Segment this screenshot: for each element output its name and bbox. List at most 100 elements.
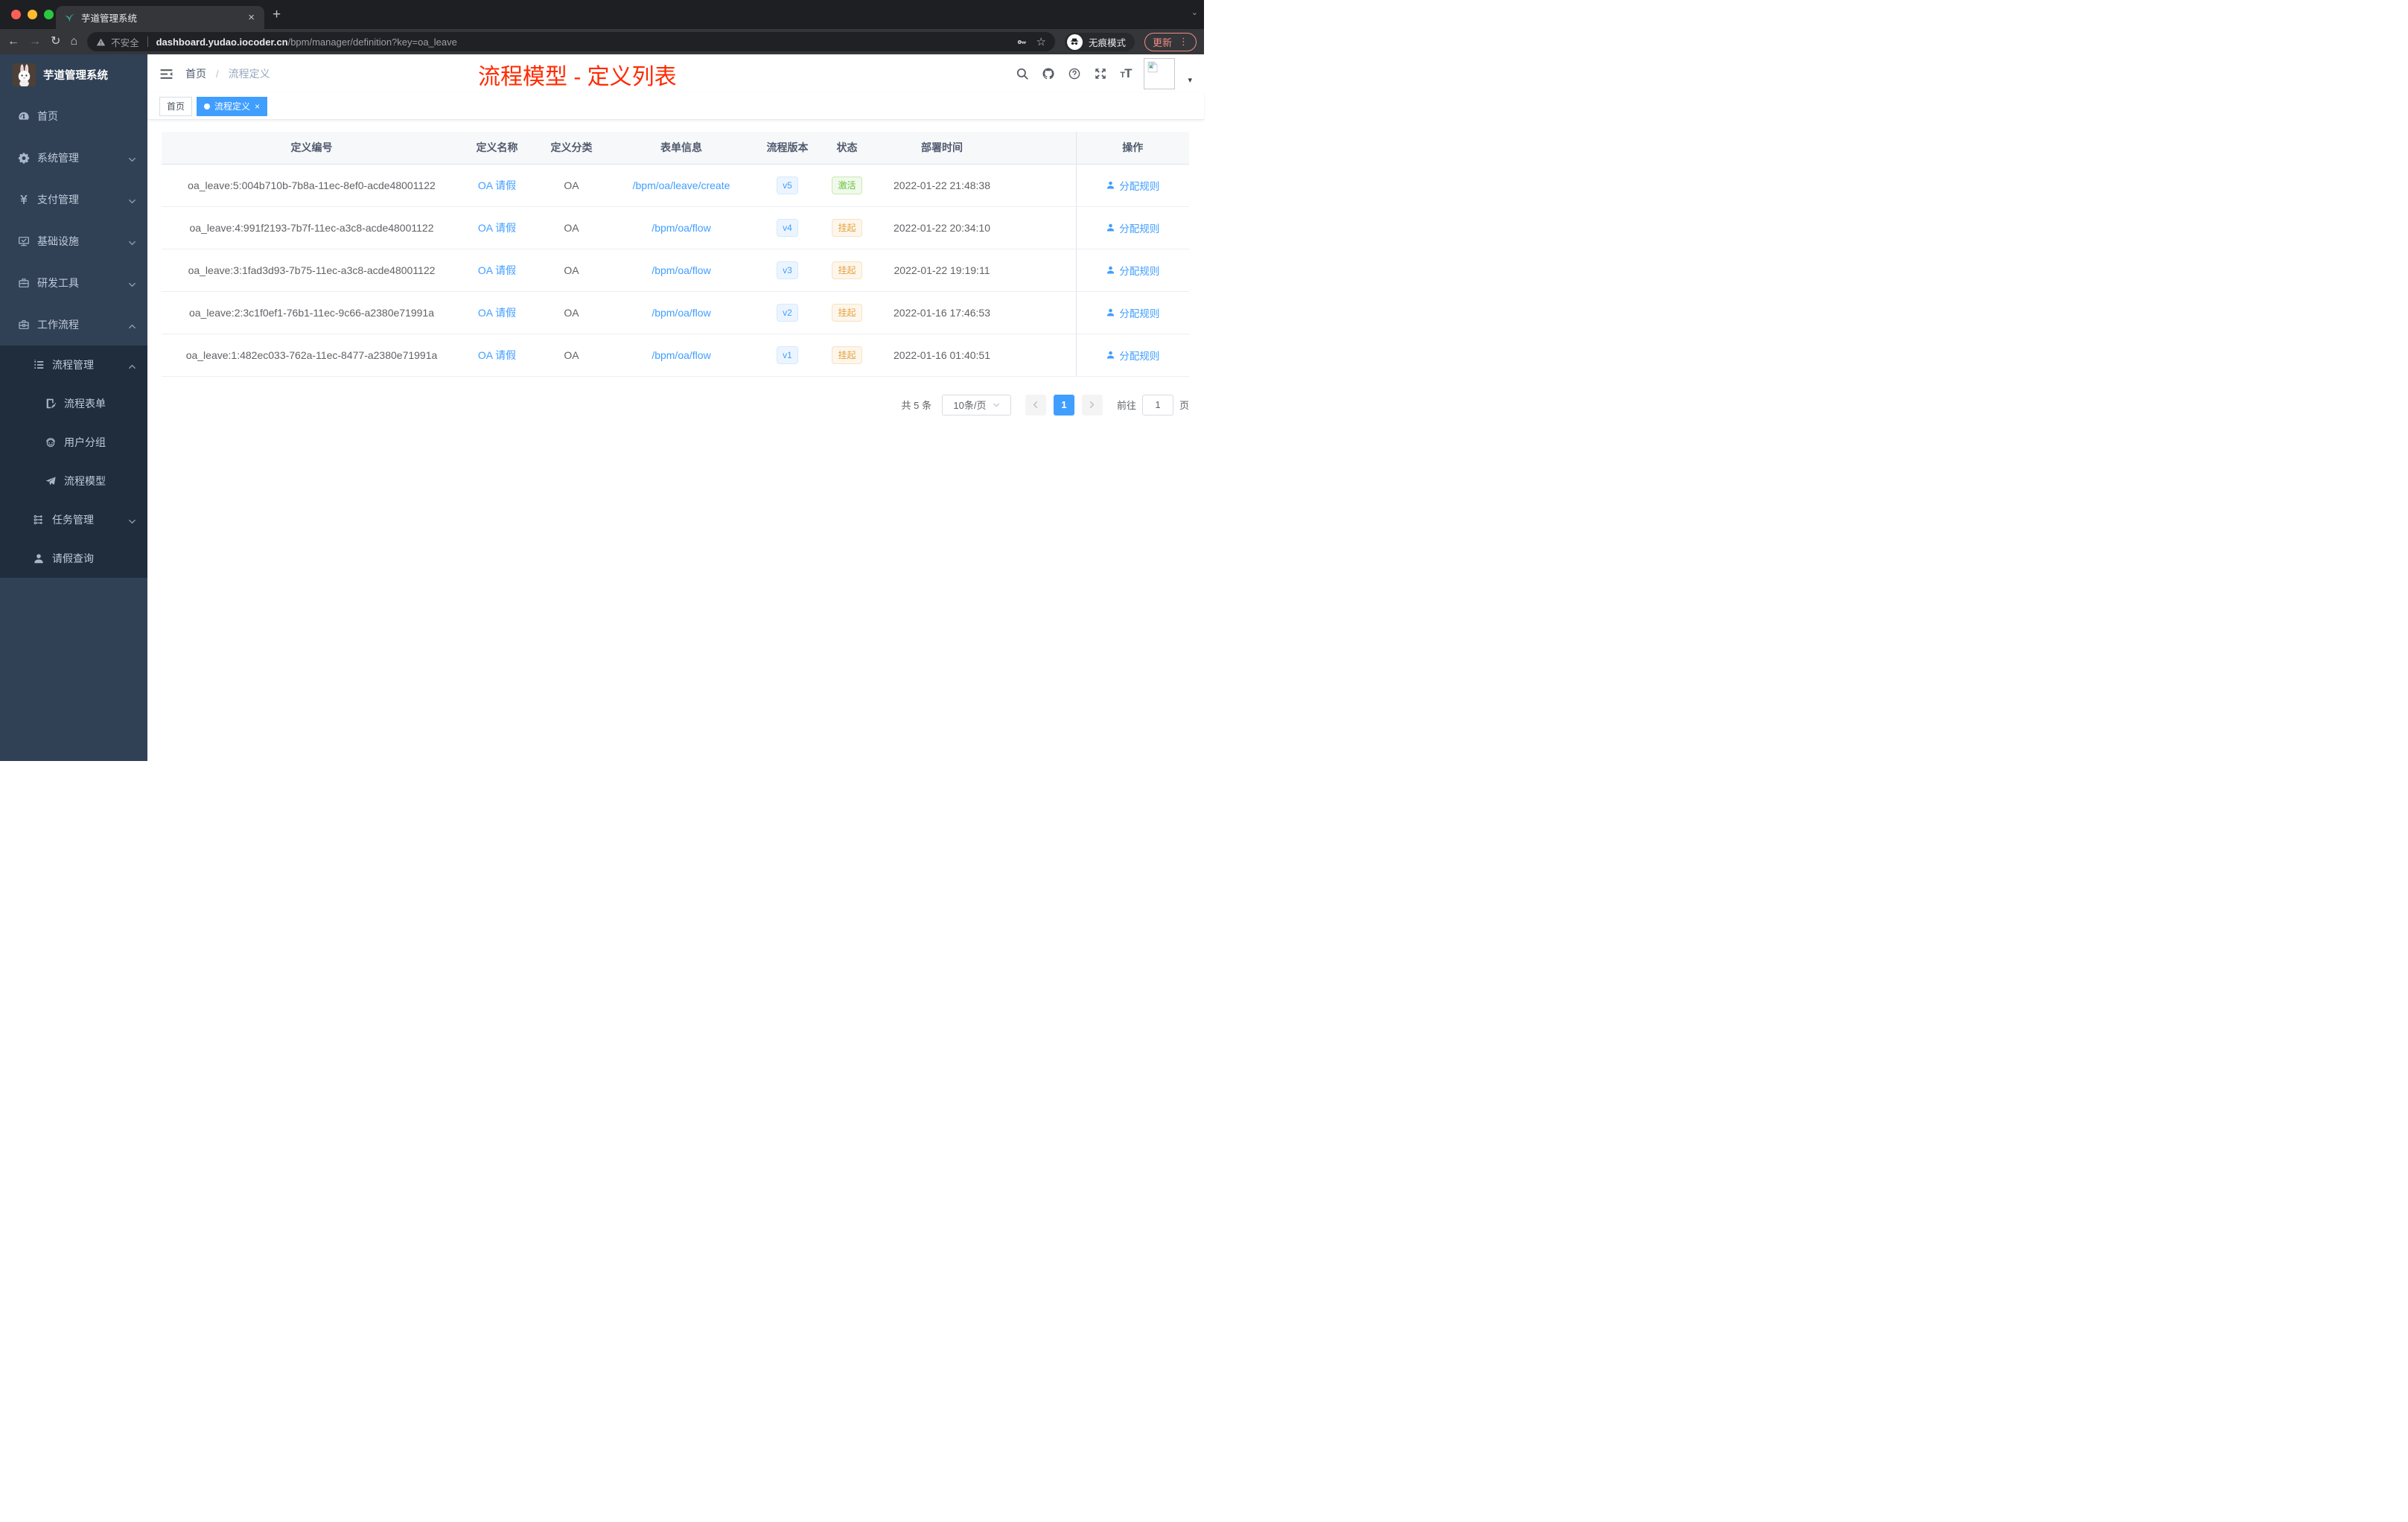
- version-badge: v2: [777, 303, 798, 322]
- form-info-cell: /bpm/oa/leave/create: [611, 164, 752, 207]
- browser-tab[interactable]: 芋道管理系统 ×: [56, 6, 264, 29]
- version-cell: v1: [752, 334, 823, 377]
- filler-cell: [1013, 249, 1076, 292]
- form-info-link[interactable]: /bpm/oa/flow: [652, 264, 710, 276]
- breadcrumb-home[interactable]: 首页: [185, 68, 206, 80]
- sidebar-item-label: 研发工具: [37, 277, 79, 289]
- sidebar-item-label: 系统管理: [37, 152, 79, 164]
- app-title: 芋道管理系统: [43, 70, 108, 82]
- column-header: 定义编号: [162, 132, 462, 165]
- definition-category-cell: OA: [532, 334, 611, 377]
- form-icon: [44, 398, 57, 410]
- maximize-window-button[interactable]: [44, 10, 54, 19]
- close-window-button[interactable]: [11, 10, 21, 19]
- definition-name-link[interactable]: OA 请假: [478, 222, 516, 234]
- definition-name-link[interactable]: OA 请假: [478, 307, 516, 319]
- url-path: /bpm/manager/definition?key=oa_leave: [287, 36, 457, 48]
- definition-name-link[interactable]: OA 请假: [478, 179, 516, 191]
- status-badge: 激活: [832, 176, 862, 194]
- status-cell: 挂起: [823, 249, 871, 292]
- divider: [147, 36, 148, 47]
- prev-page-button[interactable]: [1025, 394, 1046, 415]
- user-icon: [1106, 350, 1115, 360]
- avatar-caret-icon[interactable]: ▾: [1188, 75, 1192, 85]
- window-caret-icon[interactable]: ⌄: [1191, 7, 1198, 17]
- page-size-select[interactable]: 10条/页: [941, 394, 1011, 415]
- fullscreen-icon[interactable]: [1094, 67, 1107, 80]
- browser-update-button[interactable]: 更新 ⋮: [1144, 32, 1197, 51]
- bookmark-star-icon[interactable]: ☆: [1036, 35, 1046, 48]
- sidebar-item-user-group[interactable]: 用户分组: [0, 423, 147, 462]
- table-row: oa_leave:4:991f2193-7b7f-11ec-a3c8-acde4…: [162, 206, 1189, 249]
- status-badge: 挂起: [832, 261, 862, 279]
- table-row: oa_leave:5:004b710b-7b8a-11ec-8ef0-acde4…: [162, 164, 1189, 207]
- workflow-icon: [17, 319, 30, 331]
- assign-rule-link[interactable]: 分配规则: [1106, 178, 1159, 193]
- chevron-down-icon: [128, 516, 136, 524]
- forward-icon[interactable]: →: [29, 36, 41, 48]
- form-info-link[interactable]: /bpm/oa/flow: [652, 222, 710, 234]
- security-label: 不安全: [111, 37, 139, 48]
- filler-cell: [1013, 164, 1076, 207]
- sidebar-item-payment[interactable]: 支付管理: [0, 179, 147, 220]
- sidebar-item-system[interactable]: 系统管理: [0, 137, 147, 179]
- incognito-label: 无痕模式: [1088, 37, 1126, 48]
- github-icon[interactable]: [1042, 67, 1055, 80]
- tag-close-icon[interactable]: ×: [255, 101, 260, 112]
- screen: 芋道管理系统 × + ⌄ ← → ↻ ⌂ 不安全 dashboard.yudao…: [0, 0, 1204, 761]
- sidebar-item-process-manage[interactable]: 流程管理: [0, 346, 147, 384]
- breadcrumb: 首页 / 流程定义: [185, 66, 270, 81]
- money-icon: [17, 194, 30, 206]
- form-info-link[interactable]: /bpm/oa/flow: [652, 307, 710, 319]
- sidebar-item-leave-query[interactable]: 请假查询: [0, 539, 147, 578]
- toolbox-icon: [17, 277, 30, 290]
- chevron-right-icon: [1088, 401, 1096, 409]
- assign-rule-link[interactable]: 分配规则: [1106, 348, 1159, 363]
- logo-avatar: [13, 63, 36, 86]
- home-icon[interactable]: ⌂: [70, 36, 77, 48]
- sidebar-collapse-icon[interactable]: [159, 67, 173, 81]
- form-info-link[interactable]: /bpm/oa/flow: [652, 349, 710, 361]
- chevron-left-icon: [1031, 401, 1039, 409]
- url-host: dashboard.yudao.iocoder.cn: [156, 36, 288, 48]
- sidebar-item-label: 用户分组: [64, 436, 106, 448]
- sidebar-item-home[interactable]: 首页: [0, 95, 147, 137]
- definition-name-link[interactable]: OA 请假: [478, 264, 516, 276]
- assign-rule-link[interactable]: 分配规则: [1106, 263, 1159, 278]
- reload-icon[interactable]: ↻: [51, 36, 60, 48]
- key-icon[interactable]: [1016, 36, 1028, 48]
- tag-process-definition[interactable]: 流程定义 ×: [197, 96, 268, 116]
- sidebar-item-devtools[interactable]: 研发工具: [0, 262, 147, 304]
- minimize-window-button[interactable]: [28, 10, 37, 19]
- tag-home[interactable]: 首页: [159, 96, 193, 116]
- sidebar-item-label: 流程模型: [64, 475, 106, 487]
- status-badge: 挂起: [832, 346, 862, 364]
- browser-menu-icon[interactable]: ⋮: [1179, 36, 1188, 48]
- form-info-link[interactable]: /bpm/oa/leave/create: [633, 179, 730, 191]
- sidebar-item-workflow[interactable]: 工作流程: [0, 304, 147, 346]
- page-number-1[interactable]: 1: [1053, 394, 1074, 415]
- help-icon[interactable]: [1068, 67, 1081, 80]
- address-bar[interactable]: 不安全 dashboard.yudao.iocoder.cn/bpm/manag…: [87, 32, 1055, 51]
- chevron-down-icon: [128, 238, 136, 246]
- tab-close-icon[interactable]: ×: [246, 11, 256, 24]
- sidebar-item-task-manage[interactable]: 任务管理: [0, 500, 147, 539]
- sidebar-item-infrastructure[interactable]: 基础设施: [0, 220, 147, 262]
- assign-rule-link[interactable]: 分配规则: [1106, 305, 1159, 320]
- sidebar-item-label: 任务管理: [52, 514, 94, 526]
- url-text: dashboard.yudao.iocoder.cn/bpm/manager/d…: [156, 36, 1005, 48]
- search-icon[interactable]: [1016, 67, 1029, 80]
- chevron-up-icon: [128, 361, 136, 369]
- goto-page-input[interactable]: [1141, 394, 1173, 415]
- user-avatar[interactable]: [1144, 58, 1176, 89]
- new-tab-button[interactable]: +: [273, 7, 281, 23]
- breadcrumb-separator: /: [215, 68, 219, 80]
- sidebar-item-process-form[interactable]: 流程表单: [0, 384, 147, 423]
- sidebar-item-process-model[interactable]: 流程模型: [0, 462, 147, 500]
- sidebar-item-label: 支付管理: [37, 194, 79, 206]
- definition-name-link[interactable]: OA 请假: [478, 349, 516, 361]
- font-size-icon[interactable]: TT: [1120, 66, 1132, 81]
- next-page-button[interactable]: [1081, 394, 1103, 415]
- back-icon[interactable]: ←: [7, 36, 19, 48]
- assign-rule-link[interactable]: 分配规则: [1106, 220, 1159, 235]
